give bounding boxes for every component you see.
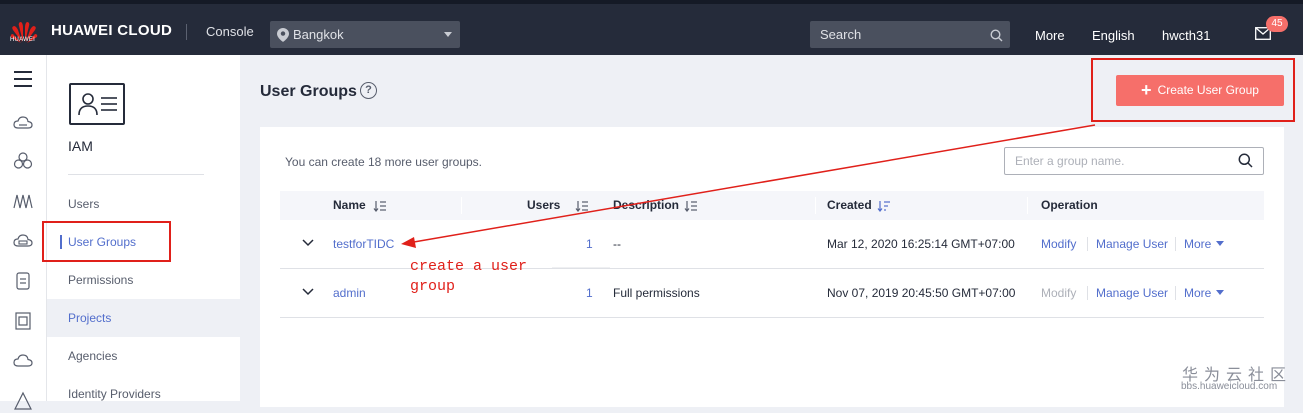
console-link[interactable]: Console <box>206 24 254 39</box>
manage-user-link[interactable]: Manage User <box>1096 220 1168 268</box>
huawei-logo-icon[interactable] <box>10 14 38 50</box>
table-header: Name Users Description Created Operation <box>280 191 1264 220</box>
network-icon[interactable] <box>13 191 33 211</box>
annotation-text: create a user group <box>410 257 527 297</box>
chevron-down-icon[interactable] <box>302 288 314 296</box>
operation-separator <box>1175 286 1176 300</box>
cloud-server-icon[interactable] <box>13 113 33 133</box>
chevron-down-icon <box>1216 290 1225 295</box>
page-title: User Groups <box>260 83 357 100</box>
hamburger-menu-icon[interactable] <box>13 69 33 89</box>
sidebar-item-identity-providers[interactable]: Identity Providers <box>47 375 240 413</box>
header-divider <box>186 24 187 40</box>
column-separator <box>815 197 816 214</box>
service-title: IAM <box>68 138 93 154</box>
watermark-url: bbs.huaweicloud.com <box>1181 381 1278 392</box>
column-separator <box>461 197 462 214</box>
logo-text: HUAWEI <box>10 37 35 43</box>
quota-hint: You can create 18 more user groups. <box>285 155 483 169</box>
annotation-line-1: create a user <box>410 258 528 275</box>
document-icon[interactable] <box>13 311 33 331</box>
sidebar-item-agencies[interactable]: Agencies <box>47 337 240 375</box>
id-card-icon <box>69 83 125 125</box>
group-name-link[interactable]: admin <box>333 269 366 317</box>
column-separator <box>1027 197 1028 214</box>
group-description: Full permissions <box>613 286 700 300</box>
more-label: More <box>1184 286 1212 300</box>
group-name-link[interactable]: testforTIDC <box>333 220 394 268</box>
sort-icon[interactable] <box>684 200 698 212</box>
help-icon[interactable]: ? <box>360 82 377 99</box>
column-header-operation: Operation <box>1041 198 1098 212</box>
sort-icon[interactable] <box>373 200 387 212</box>
sidenav-divider <box>68 174 204 175</box>
annotation-line-2: group <box>410 278 456 295</box>
cloud-icon[interactable] <box>13 351 33 371</box>
created-time: Nov 07, 2019 20:45:50 GMT+07:00 <box>827 286 1016 300</box>
user-count-link[interactable]: 1 <box>586 269 593 317</box>
storage-icon[interactable] <box>13 231 33 251</box>
column-header-description[interactable]: Description <box>613 191 679 220</box>
top-bar: HUAWEI HUAWEI CLOUD Console Bangkok More… <box>0 0 1303 55</box>
group-name-search-input[interactable] <box>1004 147 1264 175</box>
triangle-icon[interactable] <box>13 391 33 411</box>
modify-link-disabled: Modify <box>1041 286 1077 300</box>
column-header-users[interactable]: Users <box>527 191 560 220</box>
sort-icon[interactable] <box>575 200 589 212</box>
region-selector[interactable]: Bangkok <box>270 21 460 48</box>
chevron-down-icon[interactable] <box>302 239 314 247</box>
user-count-link[interactable]: 1 <box>586 220 593 268</box>
chevron-down-icon <box>444 32 452 37</box>
highlight-user-groups-box <box>42 221 171 262</box>
sidebar-item-permissions[interactable]: Permissions <box>47 261 240 299</box>
column-header-created[interactable]: Created <box>827 191 872 220</box>
service-icon-bar <box>0 55 47 410</box>
operation-separator <box>1087 286 1088 300</box>
region-label: Bangkok <box>293 27 344 42</box>
database-icon[interactable] <box>13 271 33 291</box>
group-description: -- <box>613 237 621 251</box>
cluster-icon[interactable] <box>13 151 33 171</box>
user-menu[interactable]: hwcth31 <box>1162 28 1210 43</box>
operation-separator <box>1175 237 1176 251</box>
created-time: Mar 12, 2020 16:25:14 GMT+07:00 <box>827 237 1015 251</box>
modify-link[interactable]: Modify <box>1041 220 1076 268</box>
search-icon[interactable] <box>990 29 1003 42</box>
sidebar-item-projects[interactable]: Projects <box>47 299 240 337</box>
more-dropdown[interactable]: More <box>1184 269 1225 317</box>
sidebar-item-users[interactable]: Users <box>47 185 240 223</box>
search-icon[interactable] <box>1238 153 1253 168</box>
column-header-name[interactable]: Name <box>333 191 366 220</box>
more-dropdown[interactable]: More <box>1184 220 1225 268</box>
brand-name[interactable]: HUAWEI CLOUD <box>51 22 172 39</box>
location-pin-icon <box>277 28 289 42</box>
operation-separator <box>1087 237 1088 251</box>
language-menu[interactable]: English <box>1092 28 1135 43</box>
more-label: More <box>1184 237 1212 251</box>
notification-badge: 45 <box>1266 16 1288 32</box>
sort-descending-icon[interactable] <box>877 200 891 212</box>
chevron-down-icon <box>1216 241 1225 246</box>
highlight-create-button-box <box>1091 58 1295 122</box>
more-menu[interactable]: More <box>1035 28 1065 43</box>
global-search-input[interactable] <box>810 21 1010 48</box>
manage-user-link[interactable]: Manage User <box>1096 269 1168 317</box>
